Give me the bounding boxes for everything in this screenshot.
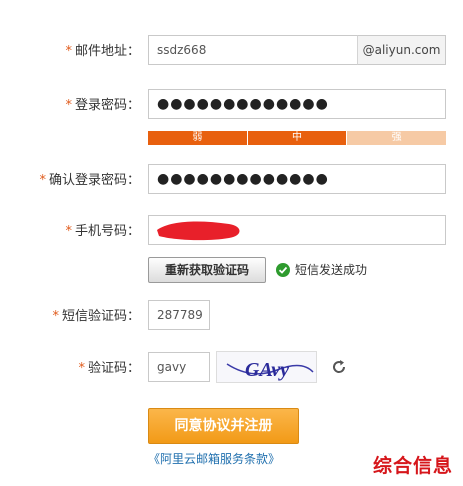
required-mark: * — [39, 173, 46, 188]
email-label: * 邮件地址： — [65, 35, 140, 69]
sms-code-input[interactable]: 287789 — [148, 300, 210, 330]
password-input[interactable]: ●●●●●●●●●●●●● — [148, 89, 446, 119]
watermark-text: 综合信息 — [372, 455, 453, 477]
captcha-image[interactable]: GAvy — [216, 351, 317, 383]
agree-and-register-button[interactable]: 同意协议并注册 — [148, 408, 299, 444]
terms-link[interactable]: 《阿里云邮箱服务条款》 — [148, 450, 280, 467]
registration-form: * 邮件地址： ssdz668 @aliyun.com * 登录密码： ●●●●●●… — [0, 0, 463, 486]
required-mark: * — [65, 44, 72, 59]
sms-code-label: * 短信验证码： — [52, 300, 140, 334]
password-strength-meter: 弱 中 强 — [148, 131, 447, 145]
required-mark: * — [52, 309, 59, 324]
check-circle-icon — [276, 263, 290, 277]
sms-code-row: * 短信验证码： 287789 — [0, 300, 463, 334]
email-domain-suffix: @aliyun.com — [357, 35, 446, 65]
strength-medium: 中 — [246, 131, 347, 145]
required-mark: * — [65, 224, 72, 239]
confirm-password-label: * 确认登录密码： — [39, 164, 140, 198]
required-mark: * — [65, 98, 72, 113]
email-input[interactable]: ssdz668 — [148, 35, 358, 65]
sms-status-text: 短信发送成功 — [295, 263, 368, 277]
confirm-password-label-text: 确认登录密码： — [48, 173, 140, 188]
password-label-text: 登录密码： — [74, 98, 140, 113]
email-label-text: 邮件地址： — [74, 44, 140, 59]
refresh-icon[interactable] — [330, 358, 348, 376]
captcha-label: * 验证码： — [78, 352, 140, 386]
password-row: * 登录密码： ●●●●●●●●●●●●● — [0, 89, 463, 123]
sms-status: 短信发送成功 — [276, 261, 367, 279]
resend-sms-button[interactable]: 重新获取验证码 — [148, 257, 266, 283]
phone-input[interactable] — [148, 215, 446, 245]
sms-code-label-text: 短信验证码： — [61, 309, 140, 324]
confirm-password-input[interactable]: ●●●●●●●●●●●●● — [148, 164, 446, 194]
email-row: * 邮件地址： ssdz668 @aliyun.com — [0, 35, 463, 69]
captcha-input[interactable]: gavy — [148, 352, 210, 382]
phone-label: * 手机号码： — [65, 215, 140, 249]
captcha-text: GAvy — [245, 359, 289, 381]
strength-weak: 弱 — [148, 131, 247, 145]
redaction-scribble — [157, 221, 240, 241]
phone-label-text: 手机号码： — [74, 224, 140, 239]
password-label: * 登录密码： — [65, 89, 140, 123]
required-mark: * — [78, 361, 85, 376]
captcha-label-text: 验证码： — [87, 361, 140, 376]
captcha-graphic: GAvy — [226, 359, 314, 381]
strength-strong: 强 — [346, 131, 447, 145]
confirm-password-row: * 确认登录密码： ●●●●●●●●●●●●● — [0, 164, 463, 198]
phone-row: * 手机号码： — [0, 215, 463, 249]
